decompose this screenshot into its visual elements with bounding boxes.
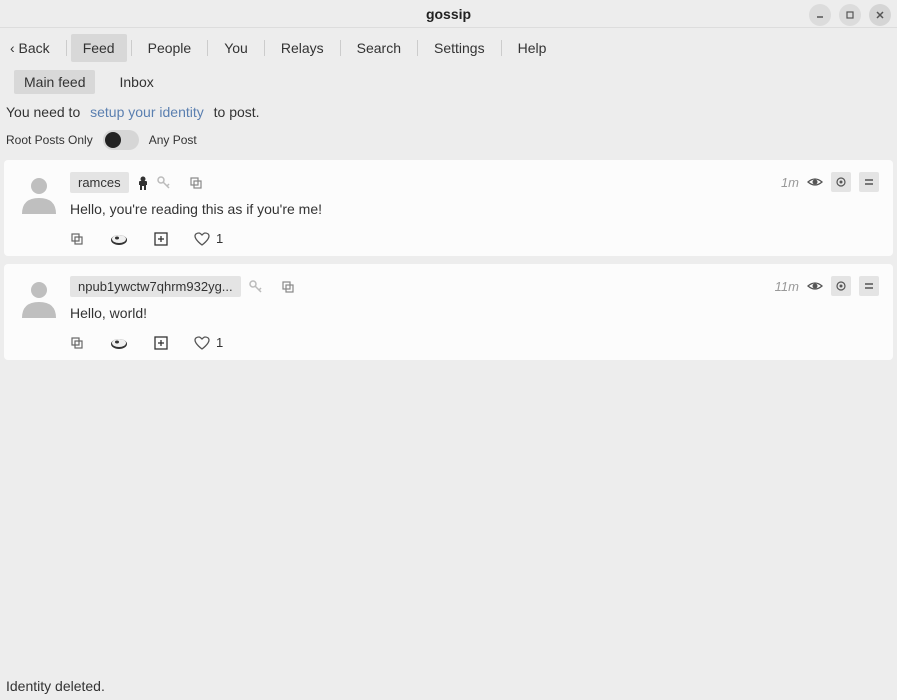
zap-button[interactable] [110, 336, 128, 350]
feed: ramces Hello, you're reading this as if … [0, 160, 897, 360]
status-bar: Identity deleted. [6, 678, 105, 694]
copy-icon[interactable] [281, 280, 295, 294]
post-content: Hello, world! [70, 305, 879, 321]
copy-icon[interactable] [189, 176, 203, 190]
menu-button[interactable] [859, 276, 879, 296]
timestamp: 11m [775, 279, 799, 294]
nav-search[interactable]: Search [345, 34, 413, 62]
add-button[interactable] [154, 336, 168, 350]
menu-button[interactable] [859, 172, 879, 192]
window-controls [809, 4, 891, 26]
post-header: npub1ywctw7qhrm932yg... [70, 276, 879, 297]
close-button[interactable] [869, 4, 891, 26]
nav-feed[interactable]: Feed [71, 34, 127, 62]
minimize-button[interactable] [809, 4, 831, 26]
post-filter-toggle[interactable] [103, 130, 139, 150]
setup-identity-link[interactable]: setup your identity [84, 102, 210, 122]
toggle-left-label: Root Posts Only [6, 133, 93, 147]
like-count: 1 [216, 231, 223, 246]
nav-settings[interactable]: Settings [422, 34, 497, 62]
timestamp: 1m [781, 175, 799, 190]
avatar[interactable] [18, 276, 60, 318]
window-title: gossip [426, 6, 471, 22]
post-actions: 1 [70, 227, 879, 246]
username[interactable]: npub1ywctw7qhrm932yg... [70, 276, 241, 297]
sub-nav: Main feed Inbox [0, 68, 897, 100]
post-header: ramces [70, 172, 879, 193]
toggle-knob [105, 132, 121, 148]
close-icon [875, 10, 885, 20]
avatar[interactable] [18, 172, 60, 214]
reply-button[interactable] [70, 336, 84, 350]
eye-icon[interactable] [807, 176, 823, 188]
like-count: 1 [216, 335, 223, 350]
avatar-icon [18, 172, 60, 214]
minimize-icon [815, 10, 825, 20]
identity-notice: You need to setup your identity to post. [0, 100, 897, 128]
zap-button[interactable] [110, 232, 128, 246]
maximize-button[interactable] [839, 4, 861, 26]
nav-you[interactable]: You [212, 34, 260, 62]
nav-people[interactable]: People [136, 34, 204, 62]
back-button[interactable]: ‹ Back [4, 34, 62, 62]
post-filter-toggle-row: Root Posts Only Any Post [0, 128, 897, 160]
person-icon [137, 176, 149, 190]
eye-icon[interactable] [807, 280, 823, 292]
maximize-icon [845, 10, 855, 20]
post: npub1ywctw7qhrm932yg... Hello, world! [4, 264, 893, 360]
post-meta: 1m [781, 172, 879, 192]
subnav-inbox[interactable]: Inbox [109, 70, 163, 94]
key-icon[interactable] [157, 176, 171, 190]
add-button[interactable] [154, 232, 168, 246]
toggle-right-label: Any Post [149, 133, 197, 147]
post-content: Hello, you're reading this as if you're … [70, 201, 879, 217]
username[interactable]: ramces [70, 172, 129, 193]
notice-prefix: You need to [6, 104, 80, 120]
like-button[interactable]: 1 [194, 231, 223, 246]
like-button[interactable]: 1 [194, 335, 223, 350]
post-body: ramces Hello, you're reading this as if … [70, 172, 879, 246]
titlebar: gossip [0, 0, 897, 28]
post: ramces Hello, you're reading this as if … [4, 160, 893, 256]
post-actions: 1 [70, 331, 879, 350]
post-meta: 11m [775, 276, 879, 296]
nav-help[interactable]: Help [506, 34, 559, 62]
main-nav: ‹ Back Feed People You Relays Search Set… [0, 28, 897, 68]
target-button[interactable] [831, 172, 851, 192]
notice-suffix: to post. [214, 104, 260, 120]
nav-relays[interactable]: Relays [269, 34, 336, 62]
reply-button[interactable] [70, 232, 84, 246]
avatar-icon [18, 276, 60, 318]
post-body: npub1ywctw7qhrm932yg... Hello, world! [70, 276, 879, 350]
target-button[interactable] [831, 276, 851, 296]
subnav-main-feed[interactable]: Main feed [14, 70, 95, 94]
key-icon[interactable] [249, 280, 263, 294]
